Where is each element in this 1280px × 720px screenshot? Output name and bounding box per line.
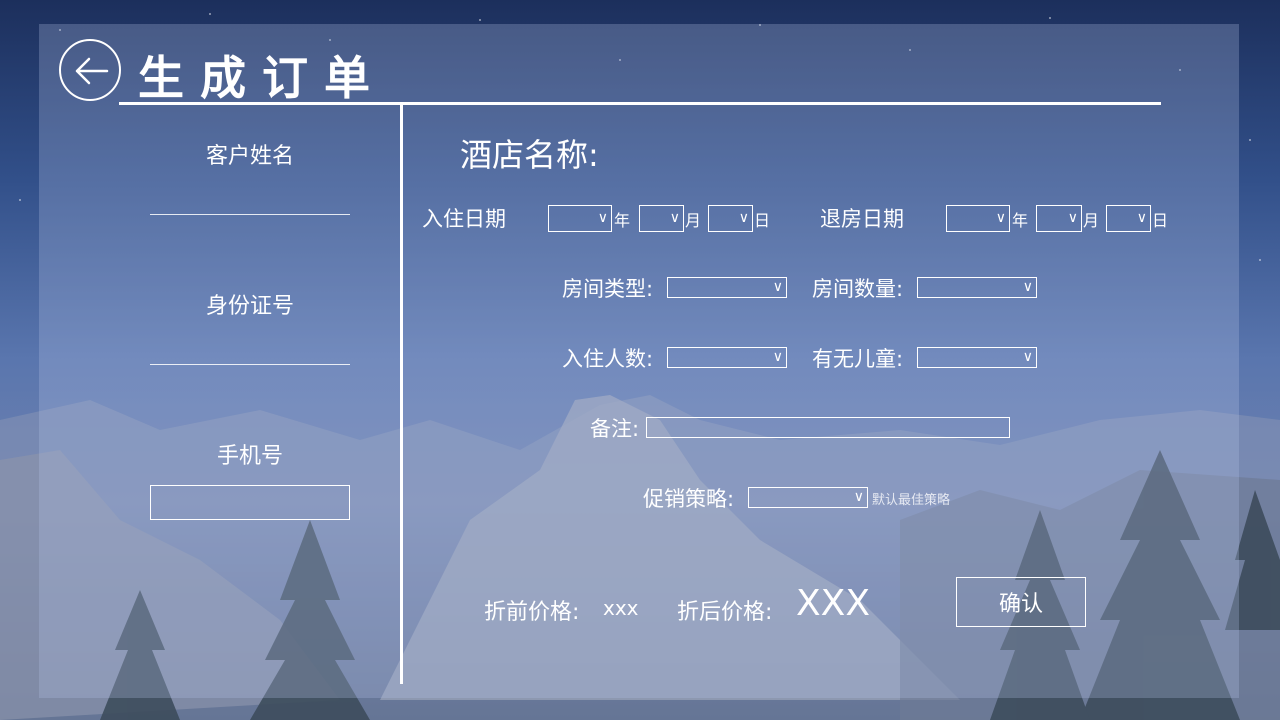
room-count-label: 房间数量: (812, 277, 904, 301)
phone-input[interactable] (150, 485, 350, 520)
chevron-down-icon: ∨ (738, 210, 749, 226)
checkout-date-label: 退房日期 (820, 207, 904, 231)
remark-input[interactable] (646, 417, 1010, 438)
id-number-label: 身份证号 (205, 294, 294, 319)
remark-label: 备注: (590, 417, 640, 441)
guest-count-label: 入住人数: (562, 347, 654, 371)
checkout-year-select[interactable]: ∨ (946, 205, 1010, 232)
checkin-day-select[interactable]: ∨ (708, 205, 753, 232)
id-number-field[interactable] (150, 364, 350, 365)
children-select[interactable]: ∨ (917, 347, 1037, 368)
phone-label: 手机号 (216, 444, 283, 469)
promotion-label: 促销策略: (643, 487, 735, 511)
guest-count-select[interactable]: ∨ (667, 347, 787, 368)
page-title: 生成订单 (138, 51, 386, 105)
chevron-down-icon: ∨ (772, 279, 783, 295)
chevron-down-icon: ∨ (597, 210, 608, 226)
chevron-down-icon: ∨ (772, 349, 783, 365)
arrow-left-circle-icon (75, 57, 109, 85)
room-count-select[interactable]: ∨ (917, 277, 1037, 298)
checkin-year-select[interactable]: ∨ (548, 205, 612, 232)
chevron-down-icon: ∨ (1136, 210, 1147, 226)
checkin-day-unit: 日 (754, 211, 771, 230)
checkout-day-select[interactable]: ∨ (1106, 205, 1151, 232)
checkin-month-select[interactable]: ∨ (639, 205, 684, 232)
promotion-default-note: 默认最佳策略 (872, 493, 951, 508)
room-type-select[interactable]: ∨ (667, 277, 787, 298)
header-divider (119, 102, 1161, 105)
discount-price-label: 折后价格: (677, 600, 773, 625)
checkout-day-unit: 日 (1152, 211, 1169, 230)
chevron-down-icon: ∨ (995, 210, 1006, 226)
chevron-down-icon: ∨ (1022, 279, 1033, 295)
checkin-date-label: 入住日期 (422, 207, 506, 231)
hotel-name-label: 酒店名称: (460, 136, 599, 174)
chevron-down-icon: ∨ (853, 489, 864, 505)
column-divider (400, 104, 403, 684)
chevron-down-icon: ∨ (1067, 210, 1078, 226)
checkin-month-unit: 月 (685, 211, 702, 230)
children-label: 有无儿童: (812, 347, 904, 371)
back-button[interactable] (59, 39, 121, 101)
original-price-value: xxx (603, 596, 639, 620)
confirm-button[interactable]: 确认 (956, 577, 1086, 627)
room-type-label: 房间类型: (562, 277, 654, 301)
customer-name-label: 客户姓名 (205, 144, 294, 169)
checkout-month-unit: 月 (1083, 211, 1100, 230)
discount-price-value: XXX (796, 583, 870, 624)
chevron-down-icon: ∨ (669, 210, 680, 226)
customer-name-field[interactable] (150, 214, 350, 215)
checkout-month-select[interactable]: ∨ (1036, 205, 1082, 232)
promotion-select[interactable]: ∨ (748, 487, 868, 508)
original-price-label: 折前价格: (484, 600, 580, 625)
chevron-down-icon: ∨ (1022, 349, 1033, 365)
checkin-year-unit: 年 (614, 211, 631, 230)
checkout-year-unit: 年 (1012, 211, 1029, 230)
